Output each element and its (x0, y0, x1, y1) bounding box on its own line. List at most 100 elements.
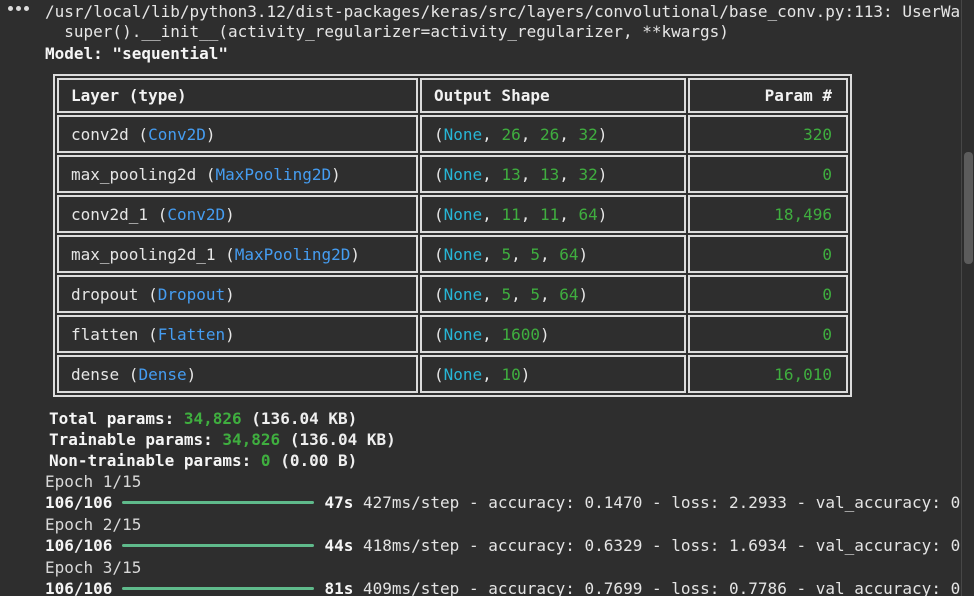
paren: ) (350, 245, 360, 264)
batch-dim: None (444, 365, 483, 384)
dim-value: 64 (579, 205, 598, 224)
paren: ) (331, 165, 341, 184)
separator: , (482, 165, 501, 184)
paren: ( (434, 365, 444, 384)
layer-name: max_pooling2d ( (71, 165, 216, 184)
paren: ) (225, 205, 235, 224)
layer-type-cell: conv2d (Conv2D) (57, 115, 418, 153)
col-header-param-count: Param # (688, 78, 848, 113)
table-row: dense (Dense)(None, 10)16,010 (57, 355, 848, 393)
table-row: dropout (Dropout)(None, 5, 5, 64)0 (57, 275, 848, 313)
epoch-header: Epoch 3/15 (45, 557, 962, 578)
layer-name: max_pooling2d_1 ( (71, 245, 235, 264)
separator: , (482, 245, 501, 264)
total-size: (136.04 KB) (242, 409, 358, 428)
epoch-header: Epoch 1/15 (45, 471, 962, 492)
dim-value: 64 (559, 285, 578, 304)
epoch-progress-line: 106/10647s 427ms/step - accuracy: 0.1470… (45, 492, 962, 513)
batch-dim: None (444, 285, 483, 304)
more-options-dot (24, 6, 29, 11)
param-count: 0 (822, 165, 832, 184)
layer-class: Flatten (158, 325, 225, 344)
layer-name: flatten ( (71, 325, 158, 344)
param-count-cell: 0 (688, 275, 848, 313)
progress-bar (122, 587, 314, 590)
separator: , (482, 205, 501, 224)
layer-type-cell: dense (Dense) (57, 355, 418, 393)
output-shape-cell: (None, 26, 26, 32) (420, 115, 686, 153)
layer-type-cell: max_pooling2d (MaxPooling2D) (57, 155, 418, 193)
param-count-cell: 0 (688, 155, 848, 193)
dim-value: 5 (530, 245, 540, 264)
progress-bar (122, 544, 314, 547)
layer-class: Dropout (158, 285, 225, 304)
paren: ) (225, 285, 235, 304)
paren: ) (225, 325, 235, 344)
dim-value: 5 (501, 285, 511, 304)
param-count-cell: 16,010 (688, 355, 848, 393)
dim-value: 64 (559, 245, 578, 264)
separator: , (511, 245, 530, 264)
batch-dim: None (444, 205, 483, 224)
paren: ) (579, 245, 589, 264)
epoch-progress-line: 106/10681s 409ms/step - accuracy: 0.7699… (45, 578, 962, 596)
paren: ) (521, 365, 531, 384)
separator: , (511, 285, 530, 304)
paren: ) (206, 125, 216, 144)
progress-bar (122, 501, 314, 504)
paren: ) (187, 365, 197, 384)
total-value: 34,826 (184, 409, 242, 428)
output-shape-cell: (None, 11, 11, 64) (420, 195, 686, 233)
warning-code-line: super().__init__(activity_regularizer=ac… (45, 22, 962, 42)
total-value: 34,826 (222, 430, 280, 449)
dim-value: 13 (501, 165, 520, 184)
layer-type-cell: max_pooling2d_1 (MaxPooling2D) (57, 235, 418, 273)
layer-name: dropout ( (71, 285, 158, 304)
step-counter: 106/106 (45, 536, 112, 555)
layer-type-cell: flatten (Flatten) (57, 315, 418, 353)
total-label: Total params: (49, 409, 184, 428)
param-count: 0 (822, 325, 832, 344)
separator: , (482, 365, 501, 384)
layer-class: Dense (138, 365, 186, 384)
output-shape-cell: (None, 10) (420, 355, 686, 393)
table-row: conv2d_1 (Conv2D)(None, 11, 11, 64)18,49… (57, 195, 848, 233)
layer-class: MaxPooling2D (216, 165, 332, 184)
dim-value: 32 (579, 165, 598, 184)
col-header-output-shape: Output Shape (420, 78, 686, 113)
epoch-metrics: 427ms/step - accuracy: 0.1470 - loss: 2.… (353, 493, 960, 512)
epoch-duration: 47s (324, 493, 353, 512)
paren: ) (579, 285, 589, 304)
more-options-icon[interactable] (8, 6, 29, 11)
more-options-dot (16, 6, 21, 11)
param-count: 16,010 (774, 365, 832, 384)
table-row: max_pooling2d (MaxPooling2D)(None, 13, 1… (57, 155, 848, 193)
separator: , (559, 165, 578, 184)
total-size: (136.04 KB) (280, 430, 396, 449)
table-row: max_pooling2d_1 (MaxPooling2D)(None, 5, … (57, 235, 848, 273)
separator: , (559, 205, 578, 224)
paren: ) (540, 325, 550, 344)
dim-value: 26 (540, 125, 559, 144)
layer-name: dense ( (71, 365, 138, 384)
vertical-scrollbar[interactable] (961, 0, 974, 596)
scrollbar-thumb[interactable] (964, 152, 973, 264)
more-options-dot (8, 6, 13, 11)
output-shape-cell: (None, 1600) (420, 315, 686, 353)
paren: ( (434, 285, 444, 304)
batch-dim: None (444, 125, 483, 144)
epoch-metrics: 409ms/step - accuracy: 0.7699 - loss: 0.… (353, 579, 960, 596)
separator: , (559, 125, 578, 144)
dim-value: 1600 (501, 325, 540, 344)
output-shape-cell: (None, 5, 5, 64) (420, 275, 686, 313)
dim-value: 26 (501, 125, 520, 144)
layer-type-cell: dropout (Dropout) (57, 275, 418, 313)
batch-dim: None (444, 165, 483, 184)
epoch-duration: 81s (324, 579, 353, 596)
batch-dim: None (444, 245, 483, 264)
total-label: Trainable params: (49, 430, 222, 449)
layer-name: conv2d ( (71, 125, 148, 144)
param-count: 0 (822, 245, 832, 264)
separator: , (540, 285, 559, 304)
layer-type-cell: conv2d_1 (Conv2D) (57, 195, 418, 233)
